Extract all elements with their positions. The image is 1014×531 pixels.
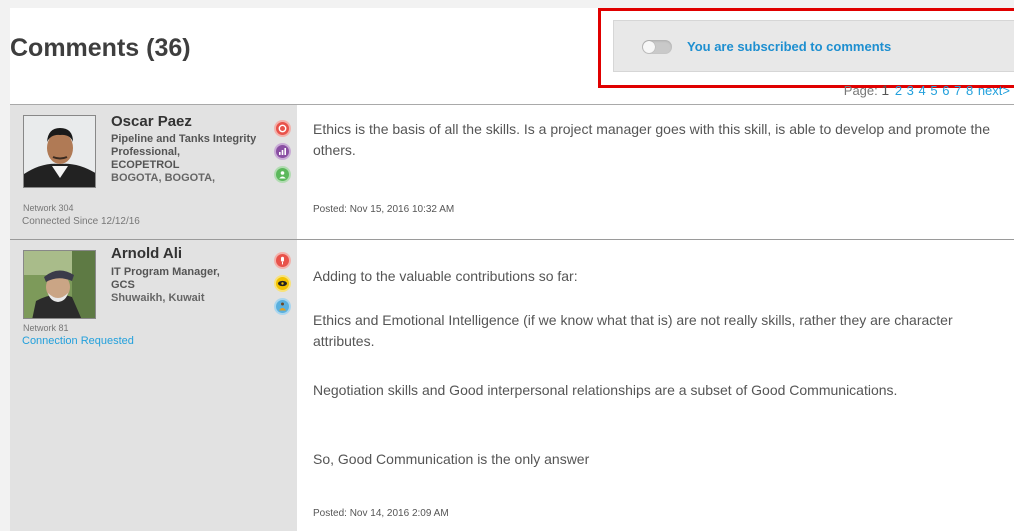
pager-page-8[interactable]: 8 bbox=[966, 83, 973, 98]
comment-timestamp: Posted: Nov 15, 2016 10:32 AM bbox=[313, 204, 455, 215]
comment-timestamp: Posted: Nov 14, 2016 2:09 AM bbox=[313, 508, 449, 519]
pager-page-2[interactable]: 2 bbox=[895, 83, 902, 98]
comment-paragraph: So, Good Communication is the only answe… bbox=[313, 451, 590, 467]
pager-next-link[interactable]: next> bbox=[978, 83, 1010, 98]
people-badge-icon bbox=[274, 166, 291, 183]
comment-item: Oscar Paez Pipeline and Tanks Integrity … bbox=[10, 105, 1014, 240]
communication-badge-icon bbox=[274, 120, 291, 137]
author-info: IT Program Manager, GCS Shuwaikh, Kuwait bbox=[111, 266, 271, 305]
avatar-photo bbox=[24, 251, 95, 318]
author-card: Arnold Ali IT Program Manager, GCS Shuwa… bbox=[10, 240, 297, 531]
author-location: BOGOTA, BOGOTA, bbox=[111, 172, 216, 184]
author-company: GCS bbox=[111, 279, 135, 291]
analytics-badge-icon bbox=[274, 143, 291, 160]
pager-page-6[interactable]: 6 bbox=[942, 83, 949, 98]
comment-paragraph: Negotiation skills and Good interpersona… bbox=[313, 382, 898, 398]
author-info: Pipeline and Tanks Integrity Professiona… bbox=[111, 133, 271, 185]
comment-body: Adding to the valuable contributions so … bbox=[313, 240, 1014, 531]
eye-badge-icon bbox=[274, 275, 291, 292]
pager-page-3[interactable]: 3 bbox=[907, 83, 914, 98]
comments-panel: Comments (36) You are subscribed to comm… bbox=[10, 8, 1014, 531]
author-company: ECOPETROL bbox=[111, 159, 180, 171]
comment-paragraph: Ethics is the basis of all the skills. I… bbox=[313, 121, 991, 158]
author-network-count: Network 81 bbox=[23, 323, 69, 333]
pager-current-page: 1 bbox=[881, 82, 890, 98]
avatar[interactable] bbox=[23, 115, 96, 188]
avatar-photo bbox=[24, 116, 95, 187]
pager-page-4[interactable]: 4 bbox=[919, 83, 926, 98]
comment-body: Ethics is the basis of all the skills. I… bbox=[313, 105, 1014, 240]
subscription-highlight-box bbox=[598, 8, 1014, 88]
author-name[interactable]: Arnold Ali bbox=[111, 245, 182, 262]
pager-label: Page: bbox=[843, 83, 878, 98]
comment-item: Arnold Ali IT Program Manager, GCS Shuwa… bbox=[10, 240, 1014, 531]
pager-page-5[interactable]: 5 bbox=[930, 83, 937, 98]
author-network-count: Network 304 bbox=[23, 203, 74, 213]
pager-page-7[interactable]: 7 bbox=[954, 83, 961, 98]
avatar[interactable] bbox=[23, 250, 96, 319]
comment-paragraph: Adding to the valuable contributions so … bbox=[313, 268, 578, 284]
page-title: Comments (36) bbox=[10, 34, 191, 62]
author-name[interactable]: Oscar Paez bbox=[111, 113, 192, 130]
author-role: Pipeline and Tanks Integrity Professiona… bbox=[111, 133, 257, 158]
author-role: IT Program Manager, bbox=[111, 266, 220, 278]
author-location: Shuwaikh, Kuwait bbox=[111, 292, 205, 304]
pagination: Page: 1 2 3 4 5 6 7 8 next> bbox=[844, 82, 1010, 98]
author-card: Oscar Paez Pipeline and Tanks Integrity … bbox=[10, 105, 297, 240]
comment-paragraph: Ethics and Emotional Intelligence (if we… bbox=[313, 312, 953, 349]
connection-requested-link[interactable]: Connection Requested bbox=[22, 335, 134, 347]
meditation-badge-icon bbox=[274, 298, 291, 315]
author-connection-status: Connected Since 12/12/16 bbox=[22, 216, 140, 227]
microphone-badge-icon bbox=[274, 252, 291, 269]
